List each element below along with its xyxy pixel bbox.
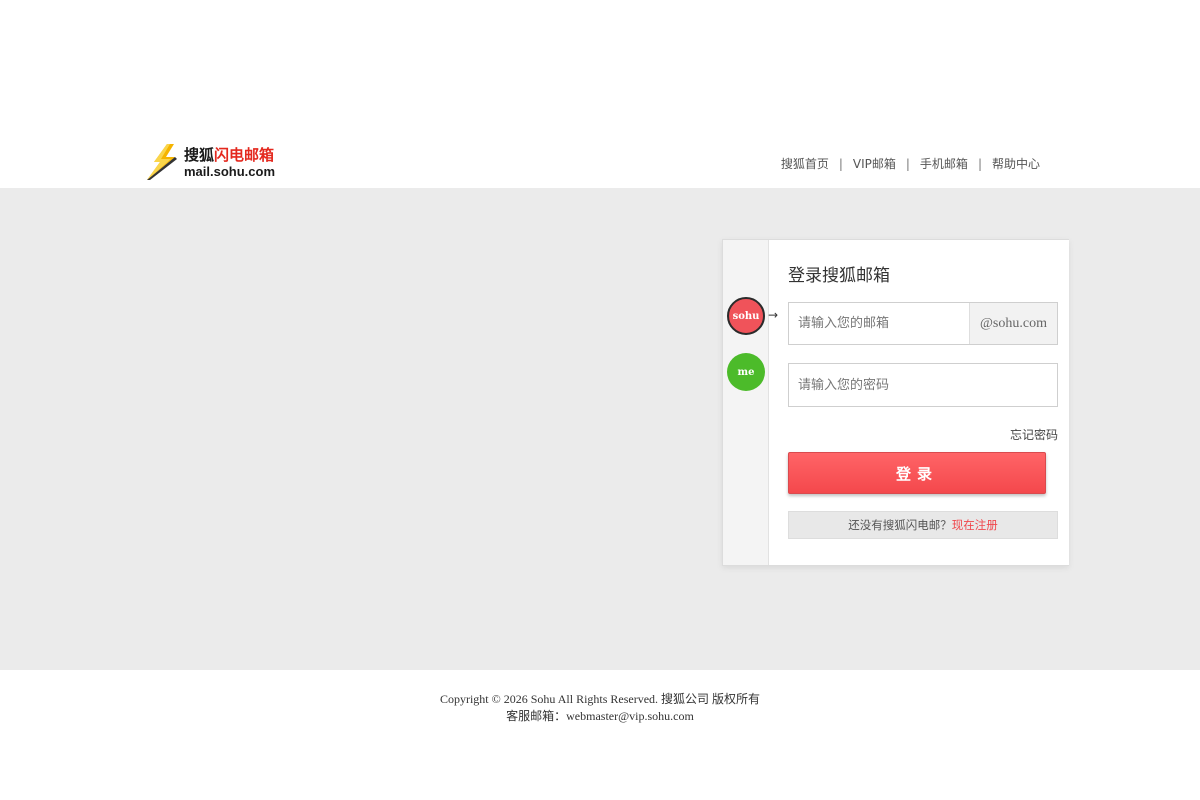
header: 搜狐闪电邮箱 mail.sohu.com 搜狐首页 | VIP邮箱 | 手机邮箱… xyxy=(0,0,1200,188)
nav-link-vip-mail[interactable]: VIP邮箱 xyxy=(853,155,896,172)
nav-separator: | xyxy=(838,156,843,171)
sohu-account-badge[interactable]: sohu xyxy=(727,297,765,335)
login-button[interactable]: 登录 xyxy=(788,452,1046,494)
register-bar: 还没有搜狐闪电邮？ 现在注册 xyxy=(788,511,1058,539)
nav-separator: | xyxy=(977,156,982,171)
forgot-password-link[interactable]: 忘记密码 xyxy=(1010,426,1058,443)
register-prompt: 还没有搜狐闪电邮？ xyxy=(848,518,952,532)
nav-link-help-center[interactable]: 帮助中心 xyxy=(992,155,1040,172)
password-field xyxy=(788,363,1058,407)
logo-chinese-text: 搜狐闪电邮箱 xyxy=(184,146,274,164)
copyright-text: Copyright © 2026 Sohu All Rights Reserve… xyxy=(439,692,761,706)
logo-domain-text: mail.sohu.com xyxy=(184,164,276,179)
me-account-badge[interactable]: me xyxy=(727,353,765,391)
email-domain-suffix: @sohu.com xyxy=(969,303,1057,344)
logo[interactable]: 搜狐闪电邮箱 mail.sohu.com xyxy=(144,142,284,184)
login-title: 登录搜狐邮箱 xyxy=(788,266,890,286)
top-nav: 搜狐首页 | VIP邮箱 | 手机邮箱 | 帮助中心 xyxy=(781,155,1040,172)
nav-link-mobile-mail[interactable]: 手机邮箱 xyxy=(920,155,968,172)
lightning-bolt-icon xyxy=(147,144,177,180)
email-input[interactable] xyxy=(789,303,969,344)
password-input[interactable] xyxy=(789,364,1057,406)
nav-separator: | xyxy=(905,156,910,171)
logo-flash-mail-text: 闪电邮箱 xyxy=(214,146,275,164)
nav-link-sohu-home[interactable]: 搜狐首页 xyxy=(781,155,829,172)
logo-sohu-text: 搜狐 xyxy=(184,146,215,164)
footer: Copyright © 2026 Sohu All Rights Reserve… xyxy=(0,670,1200,800)
contact-email-text: 客服邮箱：webmaster@vip.sohu.com xyxy=(506,709,694,723)
email-field: @sohu.com xyxy=(788,302,1058,345)
register-link[interactable]: 现在注册 xyxy=(952,517,998,533)
account-type-strip: sohu me xyxy=(723,240,769,565)
arrow-right-icon: → xyxy=(768,308,779,322)
login-card: sohu me → 登录搜狐邮箱 @sohu.com 忘记密码 登录 还没有搜狐… xyxy=(722,239,1069,566)
